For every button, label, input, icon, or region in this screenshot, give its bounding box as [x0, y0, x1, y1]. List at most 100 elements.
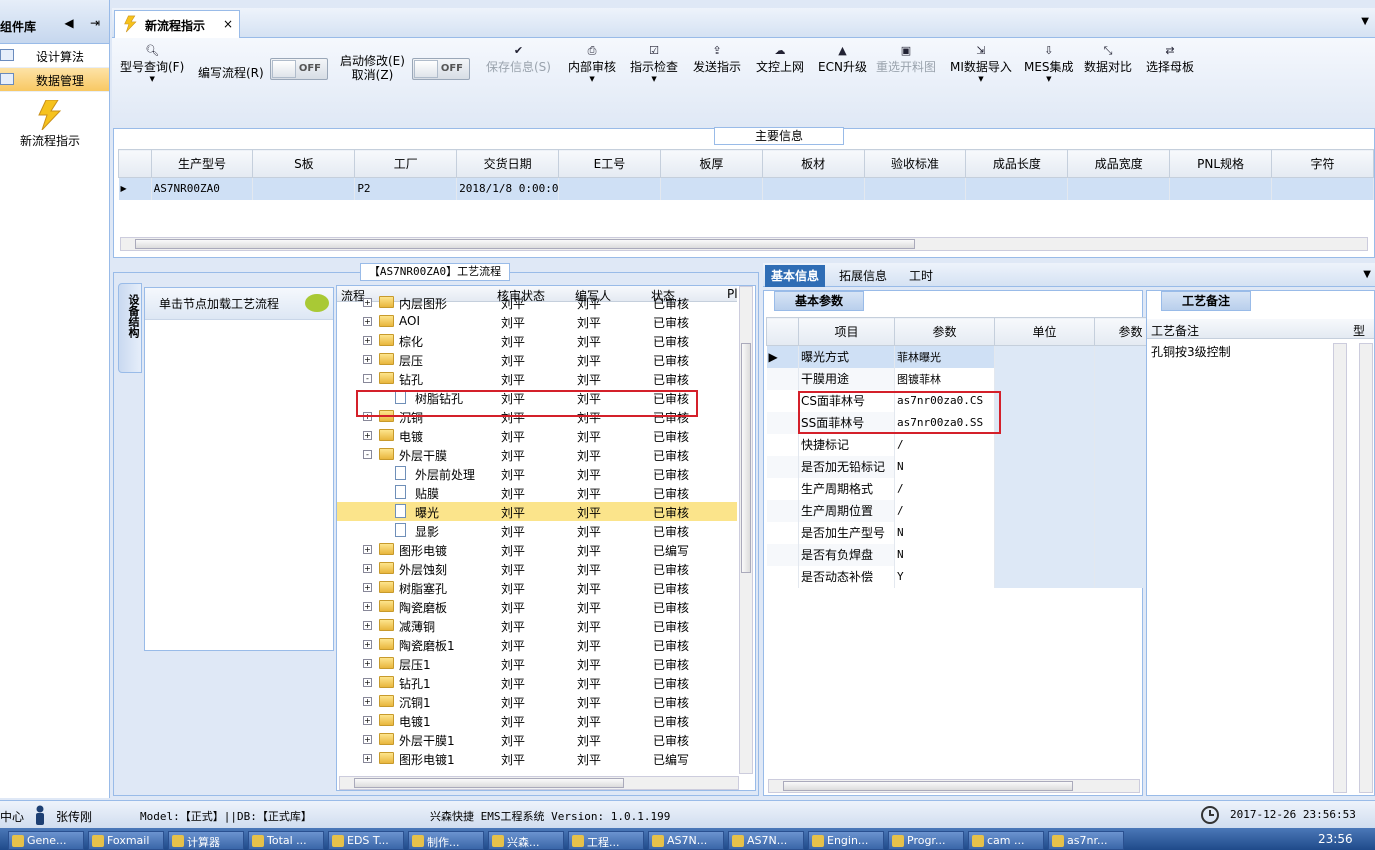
- param-row[interactable]: 生产周期格式 /: [766, 477, 1167, 500]
- expand-icon[interactable]: +: [363, 697, 372, 706]
- column-header[interactable]: 参数: [894, 317, 995, 346]
- tree-row[interactable]: + 陶瓷磨板1 刘平 刘平 已审核: [337, 635, 737, 654]
- lightning-icon[interactable]: [36, 100, 62, 130]
- tree-row[interactable]: + 图形电镀1 刘平 刘平 已编写: [337, 749, 737, 768]
- taskbar-item[interactable]: 计算器: [168, 831, 244, 850]
- taskbar-item[interactable]: Engin...: [808, 831, 884, 850]
- param-row[interactable]: 是否加生产型号 N: [766, 521, 1167, 544]
- tree-row[interactable]: + 层压 刘平 刘平 已审核: [337, 350, 737, 369]
- tab-work-hours[interactable]: 工时: [903, 265, 939, 287]
- taskbar-item[interactable]: as7nr...: [1048, 831, 1124, 850]
- expand-icon[interactable]: +: [363, 754, 372, 763]
- scroll-thumb[interactable]: [354, 778, 624, 788]
- modify-toggle[interactable]: OFF: [412, 58, 470, 80]
- table-cell[interactable]: [864, 177, 967, 200]
- pin-icon[interactable]: ⇥: [88, 16, 102, 30]
- scroll-thumb[interactable]: [135, 239, 915, 249]
- tree-row[interactable]: + 树脂塞孔 刘平 刘平 已审核: [337, 578, 737, 597]
- save-info-button[interactable]: ✔ 保存信息(S): [486, 44, 551, 75]
- tree-row[interactable]: + 钻孔1 刘平 刘平 已审核: [337, 673, 737, 692]
- collapse-icon[interactable]: -: [363, 450, 372, 459]
- param-row[interactable]: 是否动态补偿 Y: [766, 565, 1167, 588]
- param-value[interactable]: /: [894, 499, 995, 522]
- taskbar-item[interactable]: Gene...: [8, 831, 84, 850]
- param-unit[interactable]: [994, 389, 1095, 412]
- column-header[interactable]: 成品宽度: [1067, 149, 1171, 178]
- main-info-hscrollbar[interactable]: [120, 237, 1368, 251]
- taskbar-item[interactable]: Progr...: [888, 831, 964, 850]
- column-header[interactable]: 单位: [994, 317, 1095, 346]
- table-cell[interactable]: P2: [354, 177, 458, 200]
- equipment-structure-tab[interactable]: 设备结构: [118, 283, 142, 373]
- tab-basic-info[interactable]: 基本信息: [765, 265, 826, 287]
- expand-icon[interactable]: +: [363, 621, 372, 630]
- tree-row[interactable]: - 钻孔 刘平 刘平 已审核: [337, 369, 737, 388]
- tree-row[interactable]: + 陶瓷磨板 刘平 刘平 已审核: [337, 597, 737, 616]
- param-unit[interactable]: [994, 499, 1095, 522]
- reselect-cutting-chart-button[interactable]: ▣ 重选开料图: [876, 44, 936, 75]
- tree-row[interactable]: + 棕化 刘平 刘平 已审核: [337, 331, 737, 350]
- data-compare-button[interactable]: ⤡ 数据对比: [1084, 44, 1132, 75]
- param-unit[interactable]: [994, 455, 1095, 478]
- taskbar-item[interactable]: 兴森...: [488, 831, 564, 850]
- expand-icon[interactable]: +: [363, 564, 372, 573]
- ecn-upgrade-button[interactable]: ▲ ECN升级: [818, 44, 867, 75]
- expand-icon[interactable]: +: [363, 735, 372, 744]
- type-vscrollbar[interactable]: [1359, 343, 1373, 793]
- tree-vscrollbar[interactable]: [739, 286, 753, 774]
- expand-icon[interactable]: +: [363, 545, 372, 554]
- param-unit[interactable]: [994, 367, 1095, 390]
- check-instruction-button[interactable]: ☑ 指示检查 ▼: [630, 44, 678, 83]
- table-cell[interactable]: [660, 177, 763, 200]
- param-row[interactable]: 干膜用途 图镀菲林: [766, 367, 1167, 390]
- tree-row[interactable]: + 外层干膜1 刘平 刘平 已审核: [337, 730, 737, 749]
- basic-hscrollbar[interactable]: [768, 779, 1140, 793]
- taskbar-item[interactable]: AS7N...: [728, 831, 804, 850]
- tree-hscrollbar[interactable]: [339, 776, 739, 790]
- table-cell[interactable]: [762, 177, 865, 200]
- param-value[interactable]: 图镀菲林: [894, 367, 995, 390]
- nav-item-data-management[interactable]: 数据管理: [0, 68, 109, 92]
- tab-dropdown-icon[interactable]: ▼: [1361, 16, 1369, 27]
- expand-icon[interactable]: +: [363, 640, 372, 649]
- param-row[interactable]: 是否有负焊盘 N: [766, 543, 1167, 566]
- param-value[interactable]: /: [894, 477, 995, 500]
- tree-row[interactable]: + 电镀 刘平 刘平 已审核: [337, 426, 737, 445]
- new-flow-shortcut-label[interactable]: 新流程指示: [0, 132, 100, 149]
- tree-row[interactable]: + 图形电镀 刘平 刘平 已编写: [337, 540, 737, 559]
- table-cell[interactable]: [1271, 177, 1374, 200]
- scroll-thumb[interactable]: [741, 343, 751, 573]
- mi-data-import-button[interactable]: ⇲ MI数据导入 ▼: [950, 44, 1012, 83]
- select-mother-board-button[interactable]: ⇄ 选择母板: [1146, 44, 1194, 75]
- param-unit[interactable]: [994, 565, 1095, 588]
- tree-row[interactable]: 外层前处理 刘平 刘平 已审核: [337, 464, 737, 483]
- expand-icon[interactable]: +: [363, 678, 372, 687]
- param-unit[interactable]: [994, 543, 1095, 566]
- param-row[interactable]: 生产周期位置 /: [766, 499, 1167, 522]
- param-value[interactable]: 菲林曝光: [894, 345, 995, 368]
- expand-icon[interactable]: +: [363, 355, 372, 364]
- param-row[interactable]: ▶ 曝光方式 菲林曝光: [766, 345, 1167, 368]
- taskbar-item[interactable]: AS7N...: [648, 831, 724, 850]
- tree-row[interactable]: + 减薄铜 刘平 刘平 已审核: [337, 616, 737, 635]
- tree-row[interactable]: + AOI 刘平 刘平 已审核: [337, 312, 737, 331]
- param-unit[interactable]: [994, 521, 1095, 544]
- table-cell[interactable]: 2018/1/8 0:00:00: [456, 177, 560, 200]
- doc-control-upload-button[interactable]: ☁ 文控上网: [756, 44, 804, 75]
- column-header[interactable]: 验收标准: [863, 149, 967, 178]
- scroll-thumb[interactable]: [783, 781, 1073, 791]
- column-header[interactable]: 工厂: [354, 149, 458, 178]
- tree-row[interactable]: 曝光 刘平 刘平 已审核: [337, 502, 737, 521]
- write-flow-toggle[interactable]: OFF: [270, 58, 328, 80]
- expand-icon[interactable]: +: [363, 716, 372, 725]
- expand-icon[interactable]: +: [363, 317, 372, 326]
- expand-icon[interactable]: +: [363, 431, 372, 440]
- remark-text[interactable]: 孔铜按3级控制: [1151, 343, 1231, 360]
- tree-row[interactable]: + 外层蚀刻 刘平 刘平 已审核: [337, 559, 737, 578]
- taskbar-item[interactable]: Total ...: [248, 831, 324, 850]
- expand-icon[interactable]: +: [363, 298, 372, 307]
- param-value[interactable]: N: [894, 521, 995, 544]
- tree-row[interactable]: + 沉铜1 刘平 刘平 已审核: [337, 692, 737, 711]
- tree-row[interactable]: 显影 刘平 刘平 已审核: [337, 521, 737, 540]
- tree-row[interactable]: + 层压1 刘平 刘平 已审核: [337, 654, 737, 673]
